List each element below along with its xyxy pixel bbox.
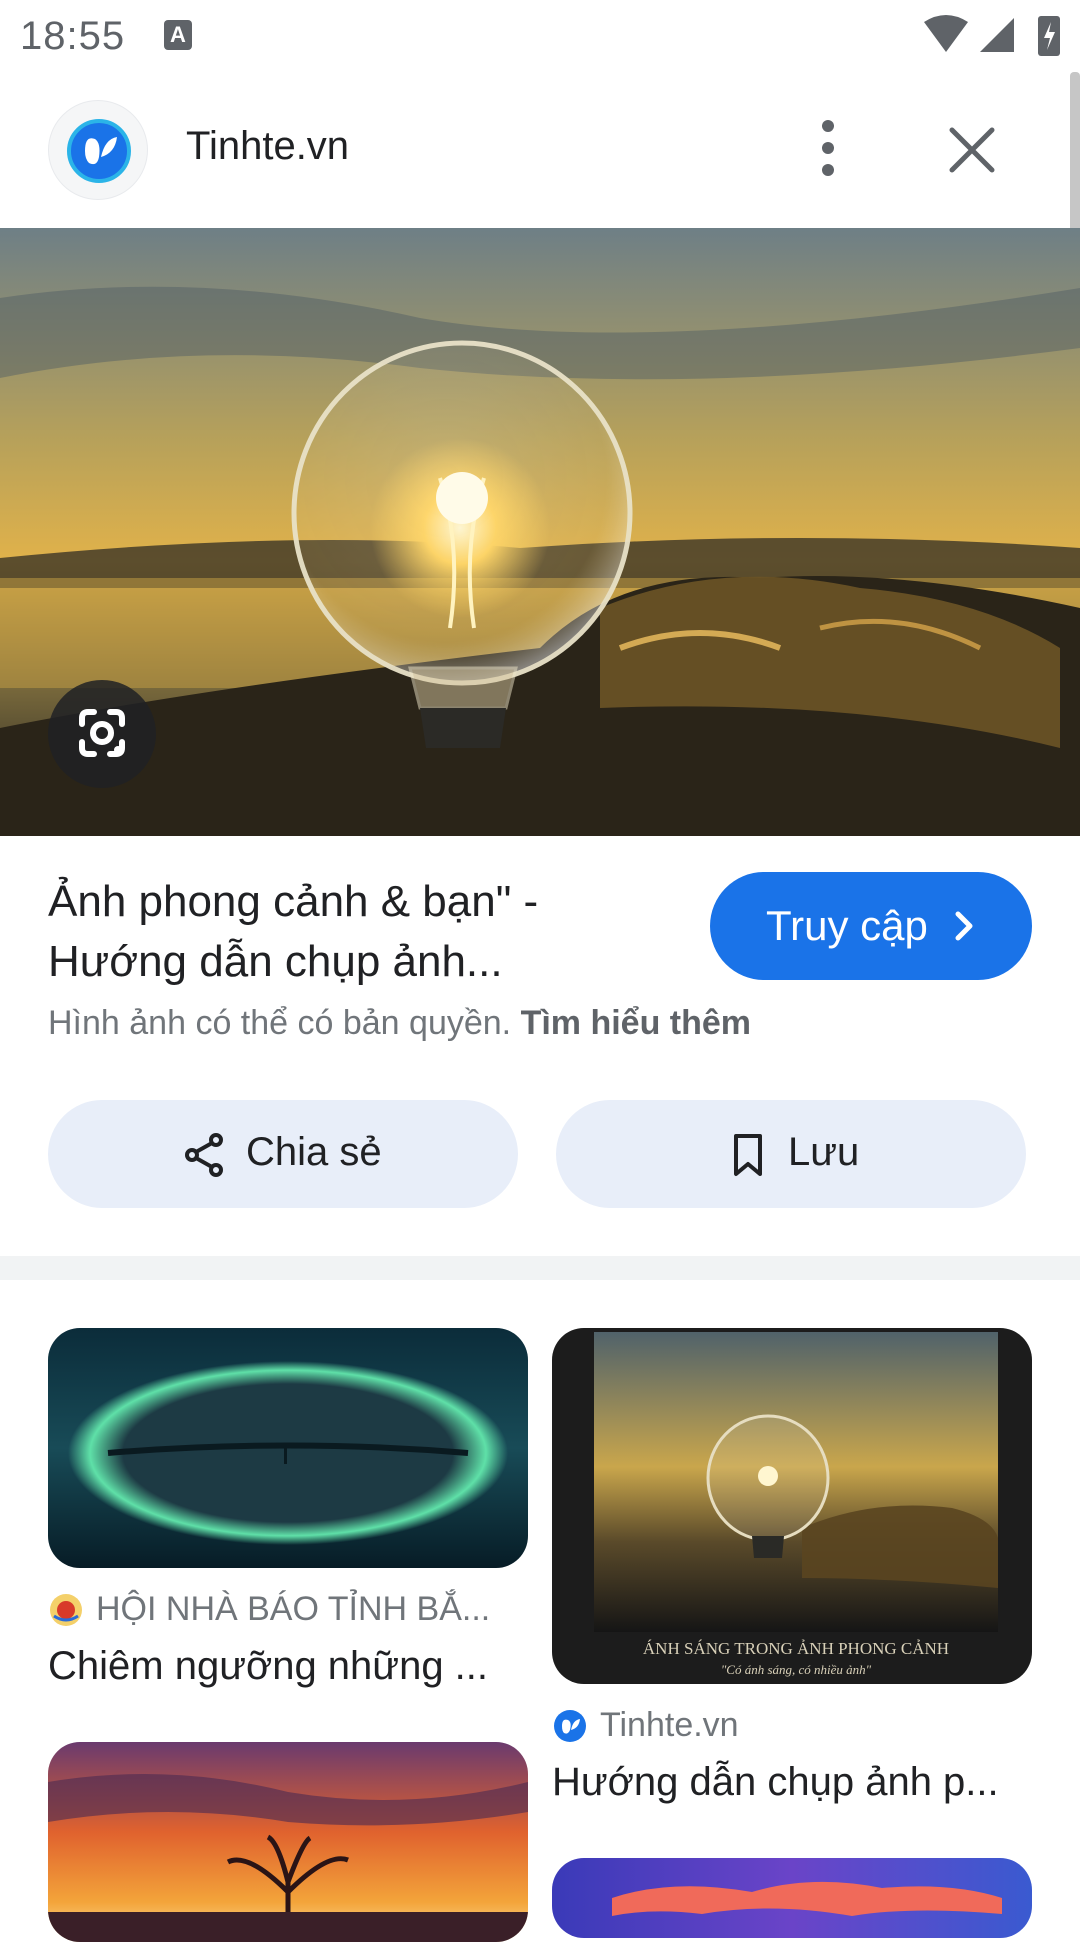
visit-button-label: Truy cập xyxy=(766,902,928,949)
status-time: 18:55 xyxy=(20,14,126,58)
status-icons xyxy=(924,15,1060,56)
share-icon xyxy=(185,1133,223,1177)
tinhte-logo-icon[interactable] xyxy=(48,100,148,200)
google-lens-icon xyxy=(79,709,125,757)
status-bar: 18:55 A xyxy=(0,0,1080,72)
site-title[interactable]: Tinhte.vn xyxy=(186,124,349,169)
notification-icon: A xyxy=(164,20,192,50)
related-image-caption-subtitle: "Có ánh sáng, có nhiều ảnh" xyxy=(721,1662,872,1677)
related-source: HỘI NHÀ BÁO TỈNH BẮ... xyxy=(96,1590,491,1628)
save-button[interactable]: Lưu xyxy=(556,1100,1026,1208)
hero-image[interactable] xyxy=(0,228,1080,836)
related-image-sunset-clouds[interactable] xyxy=(552,1858,1032,1938)
more-vert-icon[interactable] xyxy=(800,112,856,184)
related-caption[interactable]: Chiêm ngưỡng những ... xyxy=(48,1644,488,1689)
site-header: Tinhte.vn xyxy=(0,72,1080,228)
related-caption[interactable]: Hướng dẫn chụp ảnh p... xyxy=(552,1760,999,1805)
signal-icon xyxy=(980,18,1014,52)
close-icon[interactable] xyxy=(940,118,1004,182)
copyright-text: Hình ảnh có thể có bản quyền. xyxy=(48,1004,512,1042)
tinhte-logo-icon xyxy=(554,1710,586,1742)
related-image-lightbulb[interactable]: ÁNH SÁNG TRONG ẢNH PHONG CẢNH "Có ánh sá… xyxy=(552,1328,1032,1684)
related-image-caption-title: ÁNH SÁNG TRONG ẢNH PHONG CẢNH xyxy=(643,1639,949,1658)
hoi-nha-bao-logo-icon xyxy=(50,1594,82,1626)
related-source: Tinhte.vn xyxy=(600,1706,739,1744)
chevron-right-icon xyxy=(955,911,973,941)
google-lens-button[interactable] xyxy=(48,680,156,788)
related-image-tree-sunset[interactable] xyxy=(48,1742,528,1942)
related-image-aurora[interactable] xyxy=(48,1328,528,1568)
page-title[interactable]: Ảnh phong cảnh & bạn" - Hướng dẫn chụp ả… xyxy=(48,872,648,992)
share-label: Chia sẻ xyxy=(246,1130,382,1174)
section-divider xyxy=(0,1256,1080,1280)
copyright-notice: Hình ảnh có thể có bản quyền. Tìm hiểu t… xyxy=(48,1004,751,1043)
bookmark-icon xyxy=(734,1134,762,1176)
save-label: Lưu xyxy=(788,1130,860,1174)
wifi-icon xyxy=(924,15,968,52)
learn-more-link[interactable]: Tìm hiểu thêm xyxy=(521,1004,751,1042)
share-button[interactable]: Chia sẻ xyxy=(48,1100,518,1208)
visit-button[interactable]: Truy cập xyxy=(710,872,1032,980)
